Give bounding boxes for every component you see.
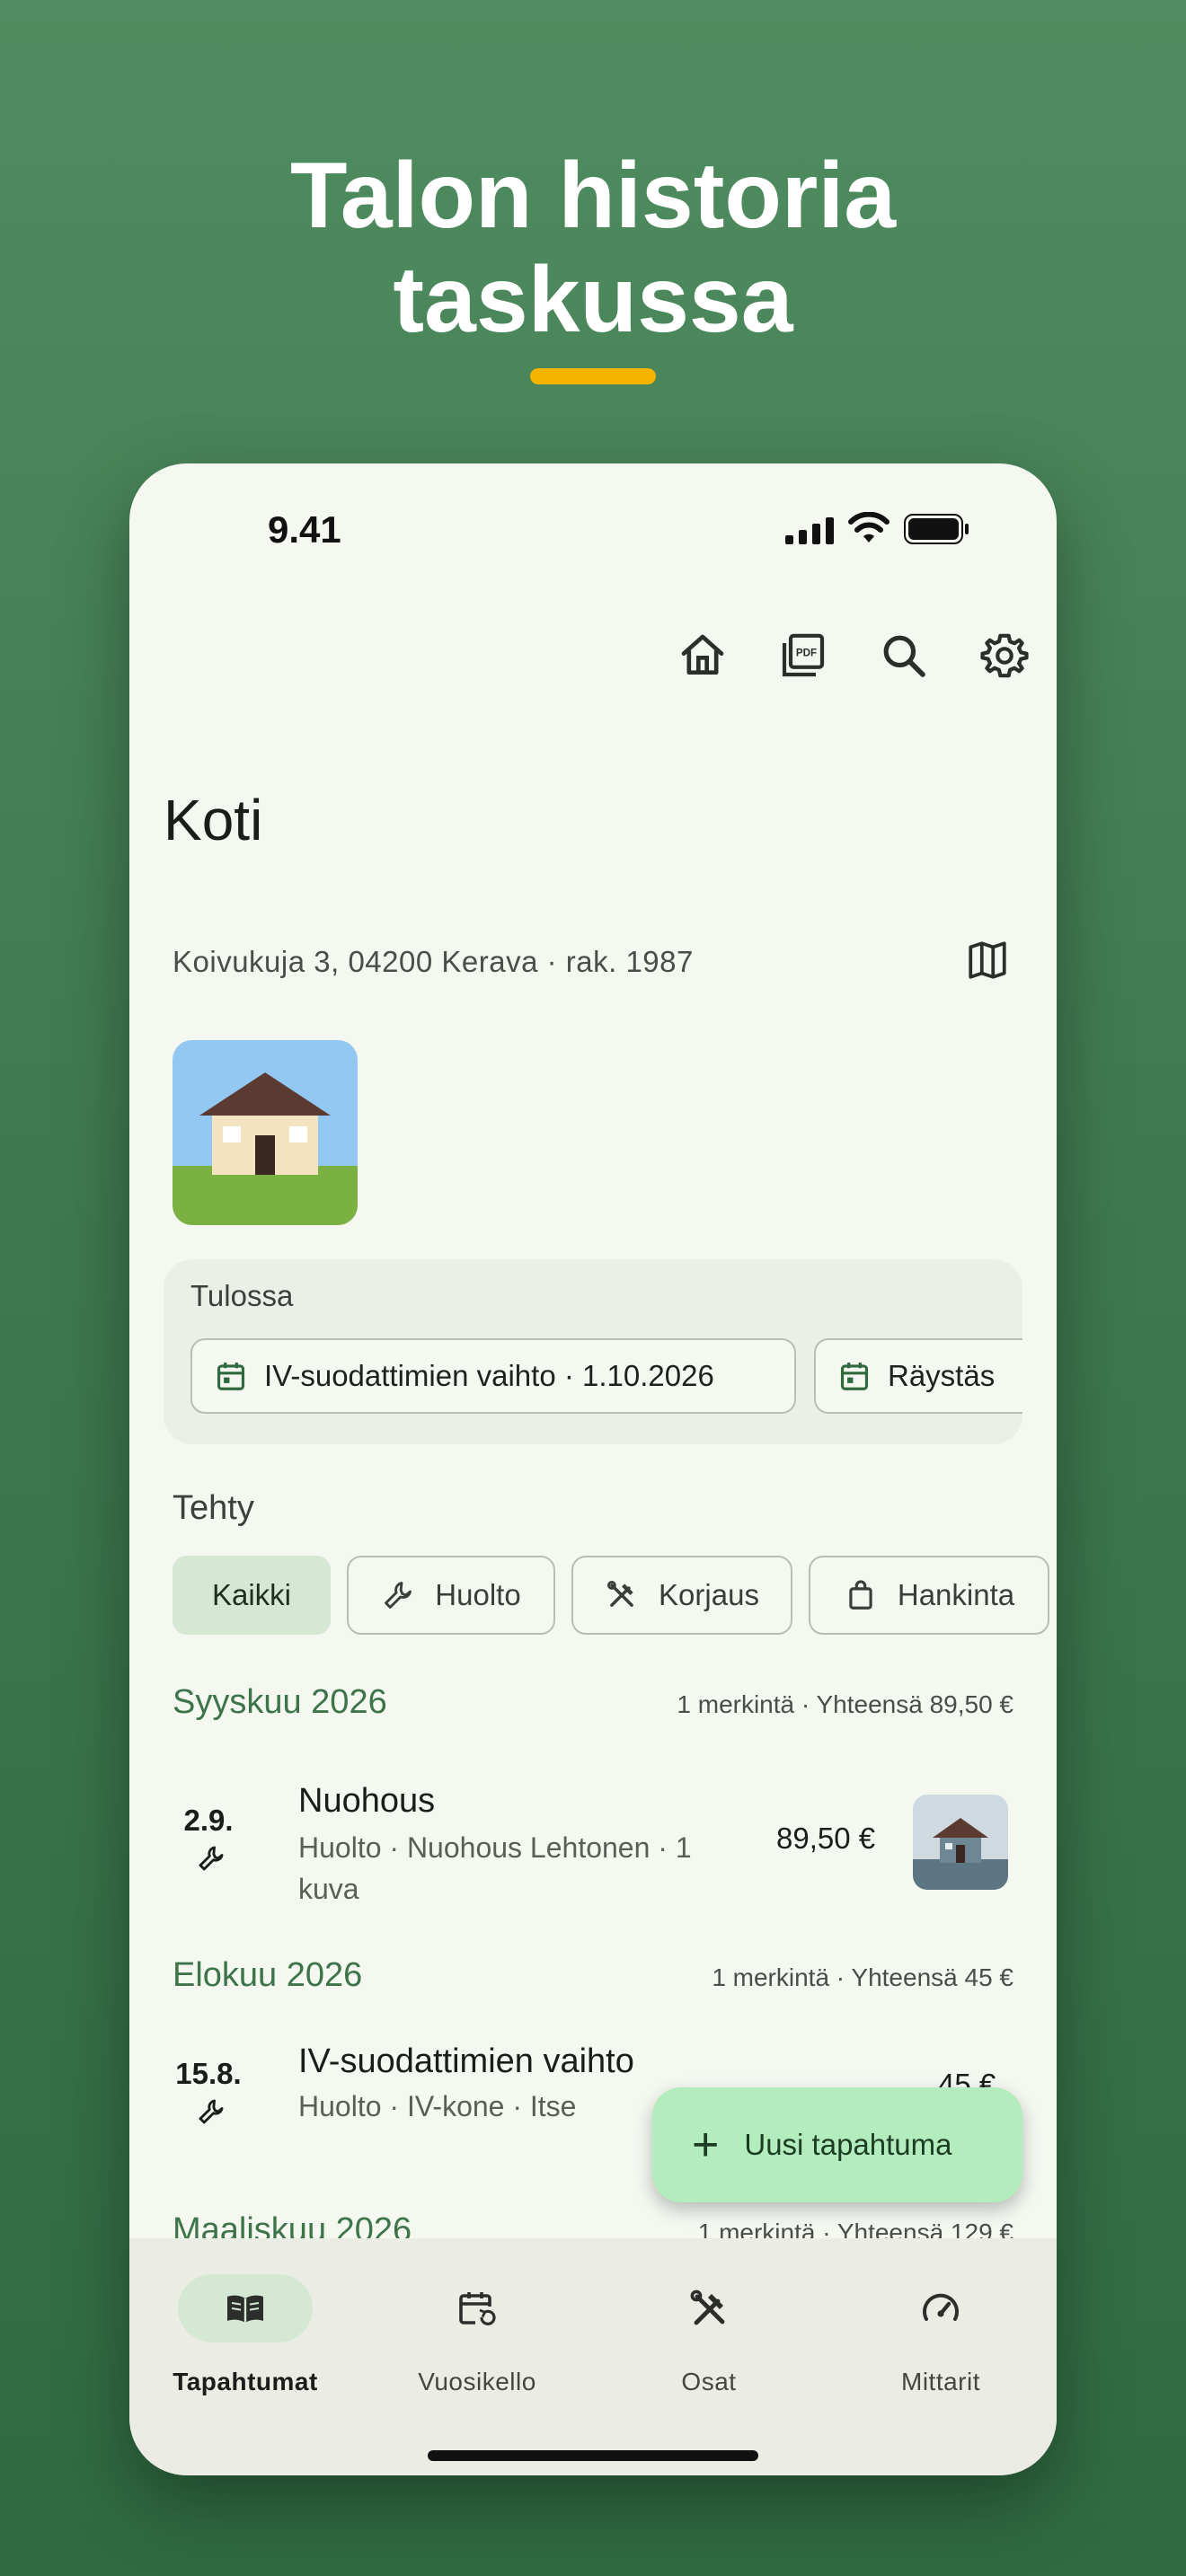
filter-purchase[interactable]: Hankinta [809,1556,1049,1635]
upcoming-chip[interactable]: Räystäs [814,1338,1022,1414]
event-amount: 89,50 € [776,1822,876,1855]
event-title: IV-suodattimien vaihto [298,2042,634,2080]
bottom-navigation: Tapahtumat Vuosikello Osat Mittarit [129,2238,1057,2475]
nav-label: Osat [681,2368,737,2395]
search-icon[interactable] [879,631,929,681]
svg-text:PDF: PDF [796,647,817,658]
filter-all[interactable]: Kaikki [173,1556,331,1635]
promo-headline: Talon historia taskussa [0,144,1186,352]
upcoming-title: Tulossa [190,1279,294,1312]
nav-tab-parts[interactable]: Osat [593,2238,825,2418]
filter-repair[interactable]: Korjaus [571,1556,792,1635]
event-subtitle-cont: kuva [298,1873,359,1905]
event-photo-thumbnail[interactable] [913,1795,1008,1890]
event-row[interactable]: 2.9. Nuohous Huolto · Nuohous Lehtonen ·… [129,1757,1057,1919]
headline-line-1: Talon historia [289,144,897,248]
wifi-icon [848,512,890,543]
nav-tab-year-clock[interactable]: Vuosikello [361,2238,593,2418]
event-title: Nuohous [298,1782,436,1820]
month-summary: 1 merkintä · Yhteensä 45 € [712,1963,1013,1991]
tools-icon [607,1581,633,1607]
event-date: 15.8. [175,2057,242,2090]
gauge-icon [923,2293,959,2321]
new-event-button[interactable]: + Uusi tapahtuma [652,2087,1022,2202]
bag-icon [849,1580,872,1610]
battery-icon [904,514,969,544]
phone-screen: 9.41 PDF Koti Koivukuja 3, 04200 Kerava … [129,463,1057,2475]
property-address: Koivukuja 3, 04200 Kerava · rak. 1987 [173,945,694,978]
calendar-cycle-icon [459,2292,496,2325]
nav-tab-meters[interactable]: Mittarit [825,2238,1057,2418]
event-date: 2.9. [183,1804,234,1837]
home-icon[interactable] [677,631,728,681]
headline-line-2: taskussa [393,248,793,352]
pdf-icon[interactable]: PDF [778,631,828,681]
book-icon [227,2295,263,2323]
page-title: Koti [164,788,263,852]
done-section-title: Tehty [173,1489,254,1527]
filter-maintenance[interactable]: Huolto [347,1556,555,1635]
month-heading: Syyskuu 2026 [173,1683,387,1721]
filter-label: Korjaus [659,1578,759,1611]
nav-label: Mittarit [901,2368,980,2395]
nav-tab-events[interactable]: Tapahtumat [129,2238,361,2418]
house-illustration [173,1040,358,1225]
wrench-icon [199,1846,224,1871]
calendar-icon [217,1362,245,1390]
wrench-icon [199,2099,224,2124]
month-heading: Elokuu 2026 [173,1956,363,1994]
tools-icon [690,2289,725,2325]
month-summary: 1 merkintä · Yhteensä 89,50 € [677,1690,1013,1718]
plus-icon: + [692,2119,720,2171]
home-indicator [428,2450,758,2461]
filter-label: Hankinta [897,1578,1015,1611]
calendar-icon [840,1362,869,1390]
event-subtitle: Huolto · Nuohous Lehtonen · 1 [298,1831,692,1864]
cellular-signal-icon [785,517,834,544]
nav-label: Vuosikello [418,2368,536,2395]
status-time: 9.41 [268,508,341,551]
new-event-label: Uusi tapahtuma [744,2128,952,2161]
event-photo [913,1795,1008,1890]
nav-label: Tapahtumat [173,2368,318,2395]
event-subtitle: Huolto · IV-kone · Itse [298,2090,577,2122]
upcoming-chip[interactable]: IV-suodattimien vaihto · 1.10.2026 [190,1338,796,1414]
upcoming-card: Tulossa IV-suodattimien vaihto · 1.10.20… [164,1259,1022,1444]
map-icon[interactable] [965,938,1010,983]
house-photo[interactable] [173,1040,358,1225]
headline-underline [530,368,656,384]
filter-label: Huolto [435,1578,521,1611]
wrench-icon [385,1582,412,1609]
settings-icon[interactable] [979,631,1030,681]
filter-label: Kaikki [211,1578,292,1611]
upcoming-chip-label: Räystäs [888,1359,996,1392]
upcoming-chip-label: IV-suodattimien vaihto · 1.10.2026 [264,1359,714,1392]
